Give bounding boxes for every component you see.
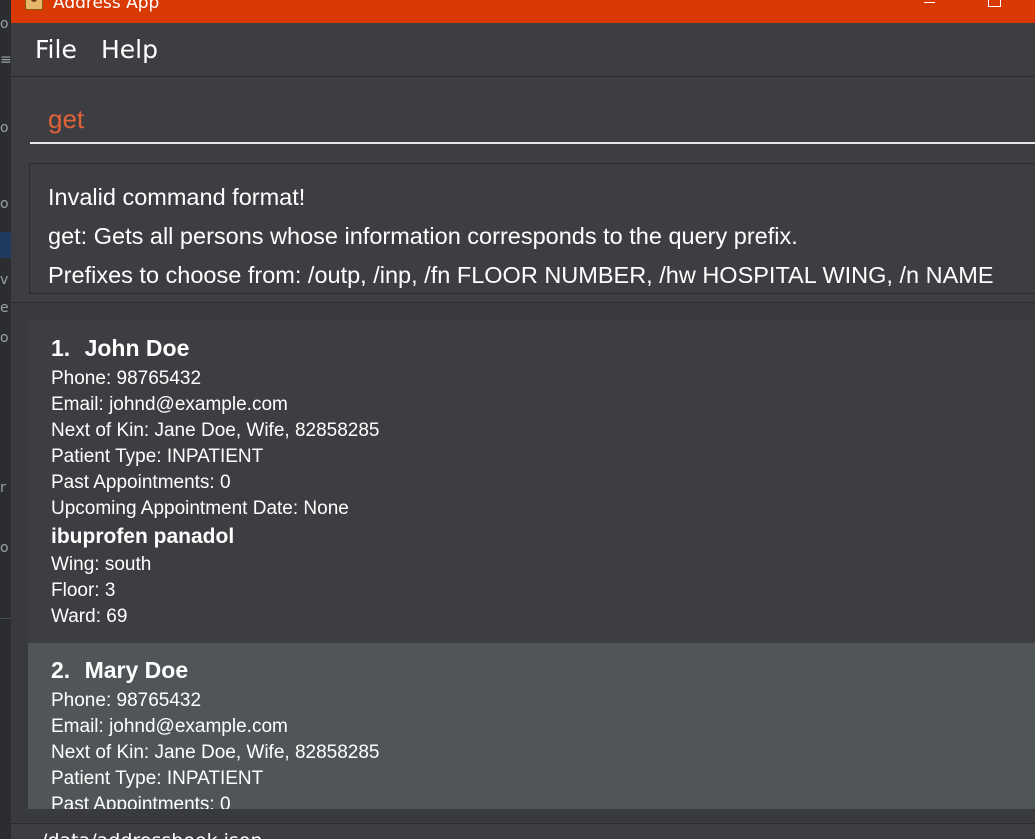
background-text: o: [0, 196, 9, 212]
person-phone: Phone: 98765432: [51, 368, 202, 389]
person-patient-type: Patient Type: INPATIENT: [51, 446, 264, 467]
person-name-text: John Doe: [84, 335, 190, 361]
person-wing: Wing: south: [51, 554, 152, 575]
menu-file[interactable]: File: [35, 36, 77, 64]
background-text: e: [0, 300, 9, 316]
app-icon: [25, 0, 43, 10]
status-file-path: ./data/addressbook.json: [35, 830, 262, 839]
window-title: Address App: [53, 0, 160, 13]
person-floor: Floor: 3: [51, 580, 116, 601]
background-window-strip: o ≡ o o v e o r o: [0, 0, 11, 839]
person-email: Email: johnd@example.com: [51, 716, 288, 737]
background-text: ≡: [0, 52, 11, 68]
command-box: [11, 78, 1035, 155]
person-patient-type: Patient Type: INPATIENT: [51, 768, 264, 789]
person-list[interactable]: 1. John Doe Phone: 98765432 Email: johnd…: [28, 321, 1035, 809]
person-name: 2. Mary Doe: [51, 655, 1035, 685]
person-name-text: Mary Doe: [84, 657, 189, 683]
background-text: v: [0, 272, 9, 288]
result-line: Prefixes to choose from: /outp, /inp, /f…: [48, 262, 994, 288]
title-bar[interactable]: Address App: [11, 0, 1035, 23]
maximize-icon[interactable]: [971, 0, 1017, 16]
status-bar: ./data/addressbook.json: [11, 823, 1035, 839]
person-list-panel: 1. John Doe Phone: 98765432 Email: johnd…: [11, 302, 1035, 822]
person-email: Email: johnd@example.com: [51, 394, 288, 415]
background-highlight: [0, 232, 11, 258]
person-ward: Ward: 69: [51, 606, 128, 627]
person-phone: Phone: 98765432: [51, 690, 202, 711]
background-text: o: [0, 540, 9, 556]
background-text: o: [0, 16, 9, 32]
background-text: r: [0, 480, 6, 496]
background-text: o: [0, 120, 9, 136]
person-index: 1.: [51, 335, 71, 361]
minimize-icon[interactable]: [906, 0, 952, 16]
person-past-appointments: Past Appointments: 0: [51, 472, 231, 493]
person-tags: ibuprofen panadol: [51, 525, 235, 548]
person-upcoming-appointment: Upcoming Appointment Date: None: [51, 498, 349, 519]
person-index: 2.: [51, 657, 71, 683]
background-text: o: [0, 330, 9, 346]
result-display: Invalid command format! get: Gets all pe…: [29, 163, 1035, 294]
menu-help[interactable]: Help: [101, 36, 158, 64]
person-card-selected[interactable]: 2. Mary Doe Phone: 98765432 Email: johnd…: [28, 643, 1035, 809]
result-line: get: Gets all persons whose information …: [48, 223, 798, 249]
person-next-of-kin: Next of Kin: Jane Doe, Wife, 82858285: [51, 420, 380, 441]
person-card[interactable]: 1. John Doe Phone: 98765432 Email: johnd…: [28, 321, 1035, 643]
menu-bar: File Help: [11, 23, 1035, 77]
person-next-of-kin: Next of Kin: Jane Doe, Wife, 82858285: [51, 742, 380, 763]
person-name: 1. John Doe: [51, 333, 1035, 363]
app-window: Address App File Help Invalid command fo…: [11, 0, 1035, 839]
background-divider: [0, 618, 11, 619]
command-input[interactable]: [30, 96, 1035, 144]
result-line: Invalid command format!: [48, 184, 306, 210]
person-past-appointments: Past Appointments: 0: [51, 794, 231, 809]
